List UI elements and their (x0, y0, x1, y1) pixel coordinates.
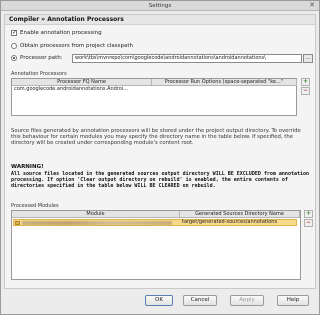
obtain-classpath-row[interactable]: Obtain processors from project classpath (11, 43, 133, 49)
processor-path-input[interactable]: work\tbs\mvnrepo\com\googlecode\androida… (72, 54, 302, 63)
remove-module-button[interactable]: − (304, 219, 313, 227)
warning-title: WARNING! (11, 164, 44, 170)
remove-processor-button[interactable]: − (301, 87, 310, 95)
enable-annotation-label: Enable annotation processing (20, 30, 102, 36)
column-header-run-options[interactable]: Processor Run Options (space-separated "… (152, 79, 297, 86)
processor-fq-name-cell[interactable]: com.googlecode.androidannotations.Androi… (12, 86, 152, 93)
annotation-processors-table[interactable]: Processor FQ Name Processor Run Options … (11, 78, 297, 116)
ok-button[interactable]: OK (145, 295, 173, 306)
add-module-button[interactable]: + (304, 210, 313, 218)
processed-modules-table[interactable]: Module Generated Sources Directory Name … (11, 210, 301, 280)
enable-annotation-checkbox[interactable] (11, 29, 17, 36)
help-button[interactable]: Help (277, 295, 309, 306)
processed-modules-label: Processed Modules (11, 203, 59, 209)
obtain-classpath-label: Obtain processors from project classpath (20, 43, 134, 49)
modules-toolbar: + − (304, 210, 313, 228)
processor-path-row[interactable]: Processor path: (11, 55, 63, 61)
module-name-cell[interactable] (22, 221, 172, 225)
breadcrumb: Compiler » Annotation Processors (5, 15, 315, 25)
column-header-module[interactable]: Module (12, 211, 180, 218)
annotation-processors-label: Annotation Processors (11, 71, 67, 77)
enable-annotation-row[interactable]: Enable annotation processing (11, 29, 102, 36)
processor-path-label: Processor path: (20, 55, 63, 61)
warning-text: All source files located in the generate… (11, 171, 310, 190)
folder-icon (15, 221, 20, 225)
generated-dir-cell[interactable]: target/generated-sources/annotations (180, 219, 298, 226)
window-titlebar: Settings ✕ (1, 1, 319, 11)
module-row[interactable]: target/generated-sources/annotations (13, 219, 297, 226)
output-info-text: Source files generated by annotation pro… (11, 128, 301, 147)
browse-button[interactable]: ... (303, 54, 313, 63)
obtain-classpath-radio[interactable] (11, 43, 17, 49)
apply-button[interactable]: Apply (230, 295, 264, 306)
cancel-button[interactable]: Cancel (183, 295, 217, 306)
window-title: Settings (148, 3, 172, 9)
processor-path-radio[interactable] (11, 55, 17, 61)
close-icon[interactable]: ✕ (308, 2, 316, 9)
add-processor-button[interactable]: + (301, 78, 310, 86)
processors-toolbar: + − (301, 78, 310, 96)
column-header-fq-name[interactable]: Processor FQ Name (12, 79, 152, 86)
column-header-generated-dir[interactable]: Generated Sources Directory Name (180, 211, 300, 218)
settings-panel: Compiler » Annotation Processors Enable … (4, 14, 316, 289)
settings-window: Settings ✕ Compiler » Annotation Process… (0, 0, 320, 315)
